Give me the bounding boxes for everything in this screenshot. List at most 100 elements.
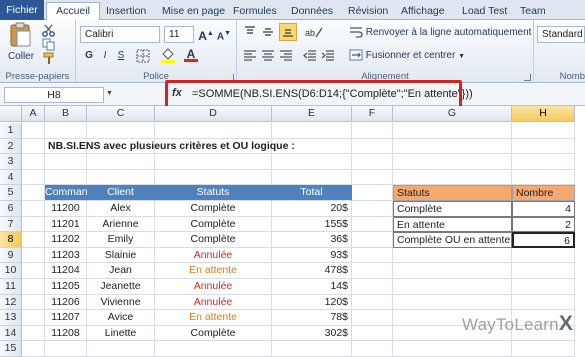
row-header-12[interactable]: 12	[0, 294, 22, 311]
table-cell[interactable]: 120$	[272, 294, 352, 311]
copy-icon[interactable]	[42, 38, 55, 51]
middle-align-button[interactable]	[261, 25, 275, 42]
cell[interactable]	[393, 138, 512, 155]
font-color-button[interactable]: A	[184, 47, 198, 64]
row-header-15[interactable]: 15	[0, 341, 22, 357]
cell[interactable]	[352, 263, 393, 279]
table-cell[interactable]: Jean	[87, 263, 155, 279]
table-cell[interactable]: Vivienne	[87, 294, 155, 311]
cell[interactable]	[393, 294, 512, 311]
tab-affichage[interactable]: Affichage	[401, 3, 445, 20]
cell[interactable]	[155, 154, 272, 170]
column-header-c[interactable]: C	[87, 106, 155, 122]
table-cell[interactable]: Alex	[87, 201, 155, 217]
name-box[interactable]: H8	[4, 87, 104, 103]
column-header-f[interactable]: F	[352, 106, 393, 122]
row-header-7[interactable]: 7	[0, 216, 22, 233]
status-cell[interactable]: Complète	[155, 216, 272, 233]
row-header-5[interactable]: 5	[0, 185, 22, 201]
cell[interactable]	[512, 279, 575, 295]
cell[interactable]	[22, 138, 45, 155]
cell[interactable]	[352, 169, 393, 186]
table-cell[interactable]: 11208	[45, 325, 87, 342]
row-header-14[interactable]: 14	[0, 325, 22, 342]
merge-center-button[interactable]: Fusionner et centrer ▼	[349, 48, 465, 64]
status-cell[interactable]: En attente	[155, 263, 272, 279]
row-header-9[interactable]: 9	[0, 247, 22, 264]
table-cell[interactable]: 93$	[272, 247, 352, 264]
font-name-select[interactable]: Calibri	[80, 26, 160, 43]
tab-formules[interactable]: Formules	[233, 3, 277, 20]
cell[interactable]	[155, 123, 272, 139]
cell[interactable]	[22, 310, 45, 326]
table-cell[interactable]: 155$	[272, 216, 352, 233]
column-header-h[interactable]: H	[512, 106, 575, 122]
table-cell[interactable]: 20$	[272, 201, 352, 217]
sheet-title[interactable]: NB.SI.ENS avec plusieurs critères et OU …	[45, 139, 345, 155]
cell[interactable]	[512, 263, 575, 279]
cell[interactable]	[22, 154, 45, 170]
column-header-a[interactable]: A	[22, 106, 45, 122]
cell[interactable]	[393, 279, 512, 295]
table-header-statuts[interactable]: Statuts	[155, 185, 272, 201]
table-cell[interactable]: 14$	[272, 279, 352, 295]
tab-revision[interactable]: Révision	[348, 3, 388, 20]
cell[interactable]	[393, 123, 512, 139]
cell[interactable]	[22, 325, 45, 342]
cell[interactable]	[512, 138, 575, 155]
tab-accueil[interactable]: Accueil	[46, 2, 100, 21]
orientation-button[interactable]: ab	[305, 25, 323, 42]
align-left-button[interactable]	[243, 49, 257, 66]
cell[interactable]	[512, 247, 575, 264]
italic-button[interactable]: I	[98, 48, 112, 64]
cell[interactable]	[352, 232, 393, 248]
cell[interactable]	[87, 154, 155, 170]
cell[interactable]	[22, 123, 45, 139]
tab-donnees[interactable]: Données	[291, 3, 333, 20]
summary-cell[interactable]: 4	[512, 201, 575, 217]
cell[interactable]	[352, 341, 393, 357]
cell[interactable]	[22, 169, 45, 186]
status-cell[interactable]: Complète	[155, 325, 272, 342]
status-cell[interactable]: Complète	[155, 232, 272, 248]
tab-fichier[interactable]: Fichier	[0, 0, 44, 20]
cell[interactable]	[87, 169, 155, 186]
alignment-dialog-launcher[interactable]	[524, 74, 531, 81]
shrink-font-button[interactable]: A▼	[216, 26, 232, 42]
cell[interactable]	[272, 341, 352, 357]
fill-color-icon[interactable]	[160, 48, 176, 63]
table-cell[interactable]: 11205	[45, 279, 87, 295]
status-cell[interactable]: En attente	[155, 310, 272, 326]
cell[interactable]	[352, 154, 393, 170]
cell[interactable]	[155, 341, 272, 357]
cell[interactable]	[352, 310, 393, 326]
bold-button[interactable]: G	[82, 48, 96, 64]
row-header-2[interactable]: 2	[0, 138, 22, 155]
cell[interactable]	[393, 263, 512, 279]
align-right-button[interactable]	[279, 49, 293, 66]
tab-team[interactable]: Team	[520, 3, 546, 20]
increase-indent-button[interactable]	[321, 49, 335, 66]
cell[interactable]	[22, 263, 45, 279]
row-header-10[interactable]: 10	[0, 263, 22, 279]
select-all-corner[interactable]	[0, 106, 22, 122]
borders-icon[interactable]	[136, 49, 150, 63]
cell[interactable]	[272, 169, 352, 186]
column-header-b[interactable]: B	[45, 106, 87, 122]
cell[interactable]	[22, 185, 45, 201]
cell[interactable]	[155, 169, 272, 186]
cell[interactable]	[22, 216, 45, 233]
summary-cell[interactable]: Complète OU en attente	[393, 232, 512, 248]
column-header-g[interactable]: G	[393, 106, 512, 122]
top-align-button[interactable]	[243, 25, 257, 42]
summary-cell[interactable]: 2	[512, 216, 575, 233]
status-cell[interactable]: Annulée	[155, 279, 272, 295]
cell[interactable]	[393, 341, 512, 357]
table-cell[interactable]: Jeanette	[87, 279, 155, 295]
cell[interactable]	[87, 341, 155, 357]
table-cell[interactable]: Slainie	[87, 247, 155, 264]
row-header-13[interactable]: 13	[0, 310, 22, 326]
column-header-e[interactable]: E	[272, 106, 352, 122]
row-header-8[interactable]: 8	[0, 232, 22, 248]
cell[interactable]	[512, 341, 575, 357]
